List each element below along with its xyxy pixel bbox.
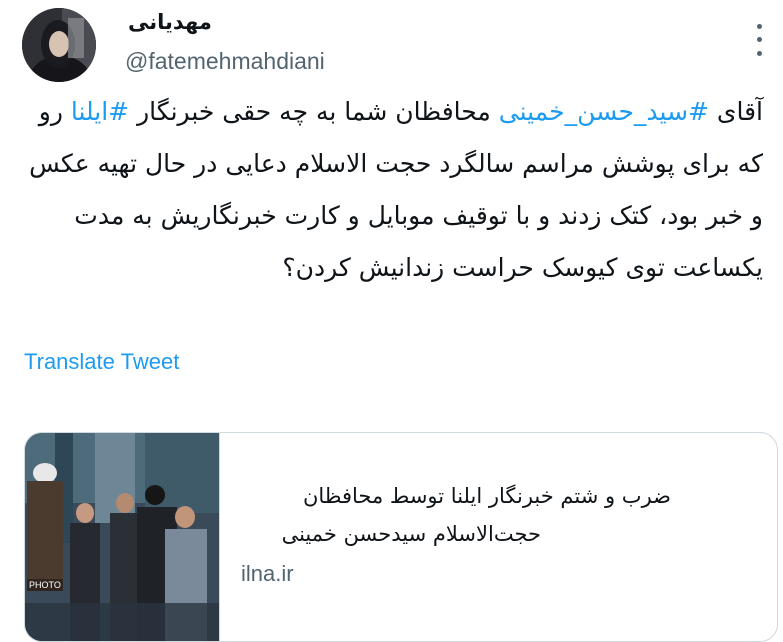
- avatar-image: [22, 8, 96, 82]
- card-text: ضرب و شتم خبرنگار ایلنا توسط محافظان حجت…: [241, 477, 761, 587]
- user-handle[interactable]: @fatemehmahdiani: [125, 48, 325, 75]
- card-thumbnail: PHOTO: [25, 433, 219, 641]
- translate-tweet-link[interactable]: Translate Tweet: [24, 349, 179, 375]
- link-preview-card[interactable]: PHOTO ضرب و شتم خبرنگار ایلنا توسط محافظ…: [24, 432, 778, 642]
- image-watermark: PHOTO: [27, 579, 63, 591]
- card-domain: ilna.ir: [241, 561, 294, 586]
- avatar[interactable]: [22, 8, 96, 82]
- display-name[interactable]: مهدیانی: [128, 10, 212, 34]
- text-segment: آقای: [708, 97, 763, 126]
- hashtag-link[interactable]: #ایلنا: [71, 97, 129, 126]
- card-divider: [219, 433, 220, 641]
- more-vertical-icon[interactable]: [752, 20, 766, 60]
- hashtag-link[interactable]: #سید_حسن_خمینی: [499, 97, 709, 126]
- card-title-line-2: حجت‌الاسلام سیدحسن خمینی: [281, 522, 541, 546]
- text-segment: محافظان شما به چه حقی خبرنگار: [129, 97, 499, 126]
- card-title-line-1: ضرب و شتم خبرنگار ایلنا توسط محافظان: [302, 484, 671, 508]
- tweet-text: آقای #سید_حسن_خمینی محافظان شما به چه حق…: [13, 86, 763, 294]
